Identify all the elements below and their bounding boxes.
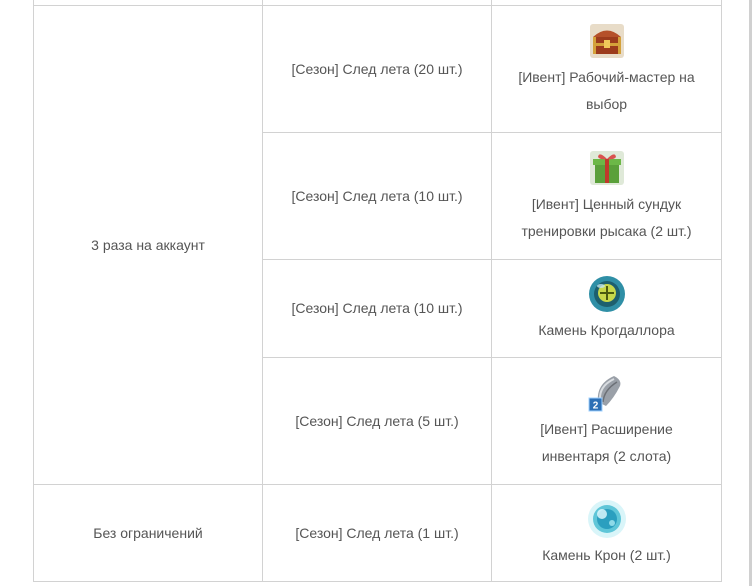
reward-label[interactable]: Камень Крон (2 шт.) <box>510 542 703 569</box>
reward-label[interactable]: [Ивент] Рабочий-мастер на выбор <box>510 64 703 118</box>
reward-label[interactable]: [Ивент] Расширение инвентаря (2 слота) <box>510 416 703 470</box>
cost-cell: [Сезон] След лета (10 шт.) <box>262 132 492 260</box>
limit-cell: Без ограничений <box>33 484 263 582</box>
treasure-chest-icon[interactable] <box>586 20 628 62</box>
cost-cell: [Сезон] След лета (10 шт.) <box>262 259 492 358</box>
cost-cell: [Сезон] След лета (5 шт.) <box>262 357 492 485</box>
reward-cell: Камень Крогдаллора <box>491 259 722 358</box>
cost-label: [Сезон] След лета (1 шт.) <box>295 524 459 541</box>
green-orb-icon[interactable] <box>586 273 628 315</box>
limit-label: 3 раза на аккаунт <box>91 236 205 253</box>
bag-expansion-icon[interactable]: 2 <box>586 372 628 414</box>
cost-cell: [Сезон] След лета (20 шт.) <box>262 5 492 133</box>
reward-cell: Камень Крон (2 шт.) <box>491 484 722 582</box>
reward-cell: [Ивент] Рабочий-мастер на выбор <box>491 5 722 133</box>
gift-box-icon[interactable] <box>586 147 628 189</box>
page-frame-edge <box>749 0 752 586</box>
page: 3 раза на аккаунт [Сезон] След лета (20 … <box>0 0 753 586</box>
cost-label: [Сезон] След лета (20 шт.) <box>291 60 463 77</box>
reward-label[interactable]: Камень Крогдаллора <box>510 317 703 344</box>
table-row: Без ограничений [Сезон] След лета (1 шт.… <box>33 484 722 582</box>
cost-label: [Сезон] След лета (5 шт.) <box>295 412 459 429</box>
limit-cell: 3 раза на аккаунт <box>33 5 263 485</box>
reward-cell: [Ивент] Ценный сундук тренировки рысака … <box>491 132 722 260</box>
icon-badge-label: 2 <box>592 401 598 412</box>
crystal-stone-icon[interactable] <box>586 498 628 540</box>
reward-label[interactable]: [Ивент] Ценный сундук тренировки рысака … <box>510 191 703 245</box>
cost-cell: [Сезон] След лета (1 шт.) <box>262 484 492 582</box>
limit-label: Без ограничений <box>93 524 203 541</box>
rewards-table: 3 раза на аккаунт [Сезон] След лета (20 … <box>33 0 722 582</box>
cost-label: [Сезон] След лета (10 шт.) <box>291 300 463 316</box>
table-row: 3 раза на аккаунт [Сезон] След лета (20 … <box>33 5 722 485</box>
reward-cell: 2 [Ивент] Расширение инвентаря (2 слота) <box>491 357 722 485</box>
cost-label: [Сезон] След лета (10 шт.) <box>291 187 463 204</box>
